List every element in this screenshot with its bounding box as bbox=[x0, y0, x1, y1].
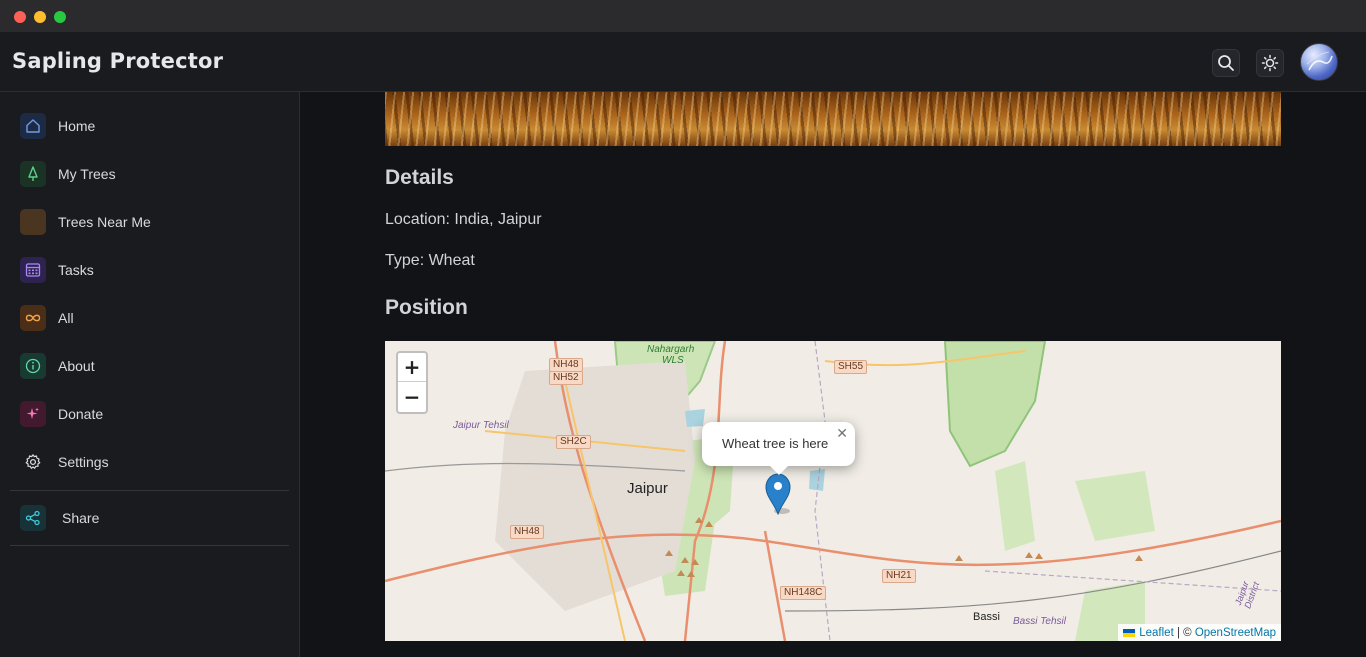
map-pin-icon[interactable] bbox=[765, 473, 791, 515]
map[interactable]: Jaipur Jaipur Tehsil Nahargarh WLS Bassi… bbox=[385, 341, 1281, 641]
search-button[interactable] bbox=[1212, 49, 1240, 77]
position-heading: Position bbox=[385, 296, 468, 319]
app-window: Sapling Protector Home My Trees Trees Ne… bbox=[0, 0, 1366, 657]
theme-toggle-button[interactable] bbox=[1256, 49, 1284, 77]
map-popup: Wheat tree is here ✕ bbox=[702, 422, 855, 475]
road-shield-nh48: NH48 bbox=[549, 358, 583, 372]
details-heading: Details bbox=[385, 166, 454, 189]
sidebar-item-tasks[interactable]: Tasks bbox=[20, 256, 94, 284]
sidebar-item-label: About bbox=[58, 358, 95, 374]
sidebar-divider bbox=[10, 490, 289, 491]
location-icon bbox=[20, 209, 46, 235]
sidebar-item-settings[interactable]: Settings bbox=[20, 448, 109, 476]
sun-icon bbox=[1261, 54, 1279, 72]
road-shield-nh52: NH52 bbox=[549, 371, 583, 385]
map-attribution: Leaflet | © OpenStreetMap bbox=[1118, 624, 1281, 641]
map-label-bassi-tehsil: Bassi Tehsil bbox=[1013, 616, 1066, 627]
sidebar-item-label: Settings bbox=[58, 454, 109, 470]
road-shield-nh148c: NH148C bbox=[780, 586, 827, 600]
share-icon bbox=[20, 505, 46, 531]
popup-tip bbox=[769, 465, 789, 475]
wheat-banner-image bbox=[385, 92, 1281, 146]
window-titlebar bbox=[0, 0, 1366, 32]
location-text: Location: India, Jaipur bbox=[385, 211, 542, 228]
attribution-separator: | © bbox=[1173, 626, 1195, 639]
zoom-in-button[interactable]: + bbox=[398, 353, 426, 382]
calendar-icon bbox=[20, 257, 46, 283]
infinity-icon bbox=[20, 305, 46, 331]
window-close-button[interactable] bbox=[14, 11, 26, 23]
sidebar-item-my-trees[interactable]: My Trees bbox=[20, 160, 116, 188]
ukraine-flag-icon bbox=[1123, 628, 1136, 637]
map-label-bassi: Bassi bbox=[973, 611, 1000, 623]
sidebar-item-label: Tasks bbox=[58, 262, 94, 278]
gear-icon bbox=[20, 449, 46, 475]
map-label-jaipur-tehsil: Jaipur Tehsil bbox=[453, 420, 509, 431]
sidebar-item-share[interactable]: Share bbox=[20, 504, 99, 532]
map-tiles bbox=[385, 341, 1281, 641]
info-icon bbox=[20, 353, 46, 379]
sparkle-icon bbox=[20, 401, 46, 427]
openstreetmap-link[interactable]: OpenStreetMap bbox=[1195, 627, 1276, 639]
road-shield-nh21: NH21 bbox=[882, 569, 916, 583]
home-icon bbox=[20, 113, 46, 139]
map-label-nahargarh: Nahargarh bbox=[647, 344, 695, 355]
sidebar-divider bbox=[10, 545, 289, 546]
sidebar-item-donate[interactable]: Donate bbox=[20, 400, 103, 428]
window-maximize-button[interactable] bbox=[54, 11, 66, 23]
road-shield-nh48-west: NH48 bbox=[510, 525, 544, 539]
zoom-out-button[interactable]: − bbox=[398, 382, 426, 411]
sidebar-item-trees-near-me[interactable]: Trees Near Me bbox=[20, 208, 151, 236]
type-text: Type: Wheat bbox=[385, 252, 475, 269]
user-avatar[interactable] bbox=[1300, 43, 1338, 81]
window-minimize-button[interactable] bbox=[34, 11, 46, 23]
popup-text: Wheat tree is here bbox=[722, 436, 829, 451]
sidebar-item-label: Home bbox=[58, 118, 96, 134]
popup-close-icon[interactable]: ✕ bbox=[836, 426, 848, 442]
tree-icon bbox=[20, 161, 46, 187]
main-content: Details Location: India, Jaipur Type: Wh… bbox=[300, 92, 1366, 657]
road-shield-sh2c: SH2C bbox=[556, 435, 591, 449]
leaflet-link[interactable]: Leaflet bbox=[1139, 627, 1174, 639]
map-label-jaipur: Jaipur bbox=[627, 480, 668, 497]
app-header: Sapling Protector bbox=[0, 32, 1366, 92]
zoom-control: + − bbox=[396, 351, 428, 414]
road-shield-sh55: SH55 bbox=[834, 360, 868, 374]
sidebar-item-all[interactable]: All bbox=[20, 304, 74, 332]
avatar-image bbox=[1306, 51, 1333, 71]
map-label-wls: WLS bbox=[662, 355, 684, 366]
search-icon bbox=[1218, 55, 1234, 71]
app-title: Sapling Protector bbox=[12, 49, 224, 73]
sidebar: Home My Trees Trees Near Me Tasks All Ab… bbox=[0, 92, 300, 657]
sidebar-item-about[interactable]: About bbox=[20, 352, 95, 380]
sidebar-item-label: All bbox=[58, 310, 74, 326]
sidebar-item-home[interactable]: Home bbox=[20, 112, 95, 140]
sidebar-item-label: My Trees bbox=[58, 166, 116, 182]
sidebar-item-label: Donate bbox=[58, 406, 104, 422]
sidebar-item-label: Share bbox=[62, 510, 100, 526]
sidebar-item-label: Trees Near Me bbox=[58, 214, 151, 230]
